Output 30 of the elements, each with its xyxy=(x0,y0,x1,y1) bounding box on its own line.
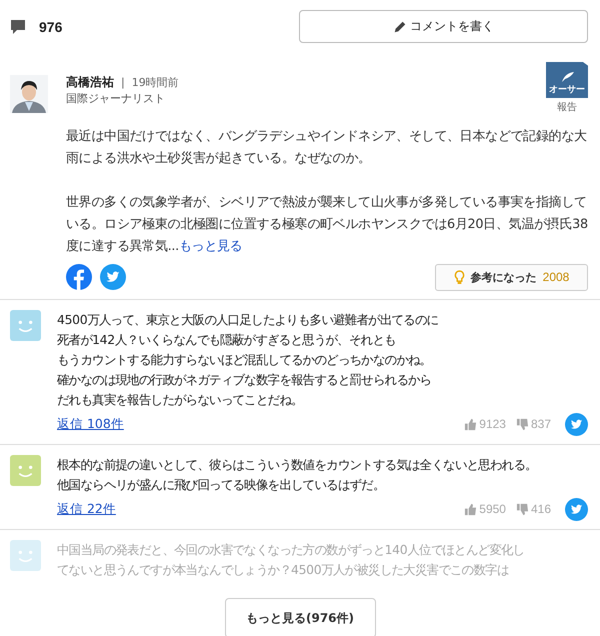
quill-icon xyxy=(559,71,575,83)
author-name[interactable]: 高橋浩祐 xyxy=(66,74,114,91)
post-time: 19時間前 xyxy=(132,75,179,90)
more-link[interactable]: もっと見る xyxy=(178,239,242,254)
thumbs-down-icon xyxy=(516,418,529,430)
lightbulb-icon xyxy=(454,270,465,284)
replies-link[interactable]: 返信 108件 xyxy=(57,416,124,432)
thumbs-down-icon xyxy=(516,502,529,516)
comment-paragraph: 世界の多くの気象学者が、シベリアで熱波が襲来して山火事が多発している事実を指摘している。ロシア極東の北極圏に位置する極寒の町ベルホヤンスクでは6月20日、気温が摂氏38度に達する異常気...もっと見る xyxy=(66,194,588,256)
comment-text: 根本的な前提の違いとして、彼らはこういう数値をカウントする気は全くないと思われる。 他国ならヘリが盛んに飛び回ってる映像を出しているはずだ。 xyxy=(57,456,538,494)
comment-count: 976 xyxy=(39,18,62,34)
facebook-icon[interactable] xyxy=(66,264,92,290)
thumbs-up-icon xyxy=(464,502,478,516)
author-title: 国際ジャーナリスト xyxy=(66,91,166,106)
twitter-icon[interactable] xyxy=(100,264,126,290)
twitter-icon[interactable] xyxy=(565,498,588,520)
separator: | xyxy=(121,76,125,89)
author-badge: オーサー xyxy=(546,62,588,98)
report-link[interactable]: 報告 xyxy=(557,100,577,114)
comment-text: 4500万人って、東京と大阪の人口足したよりも多い避難者が出てるのに 死者が142人？いくらなんでも隠蔽がすぎると思うが、それとも もうカウントする能力すらないほど混乱してるかのどっちかなのかね。 確かなのは現地の行政がネガティブな数字を報告すると罰せられるから だれも真実を報告したがらないってことだね。 xyxy=(57,311,440,409)
thumbs-up-icon xyxy=(464,418,478,430)
comment-text: 中国当局の発表だと、今回の水害でなくなった方の数がずっと140人位でほとんど変化し てないと思うんですが本当なんでしょうか？4500万人が被災した大災害でこの数字は xyxy=(57,541,526,579)
helpful-button[interactable]: 参考になった 2008 xyxy=(435,264,588,290)
comment-paragraph: 最近は中国だけではなく、バングラデシュやインドネシア、そして、日本などで記録的な大雨による洪水や土砂災害が起きている。なぜなのか。 xyxy=(66,128,588,168)
show-more-button[interactable]: もっと見る(976件) xyxy=(224,598,376,636)
twitter-icon[interactable] xyxy=(565,412,588,436)
replies-link[interactable]: 返信 22件 xyxy=(57,500,116,518)
pencil-icon xyxy=(393,20,407,34)
write-comment-button[interactable]: コメントを書く xyxy=(299,10,588,43)
comment-icon xyxy=(10,18,26,34)
